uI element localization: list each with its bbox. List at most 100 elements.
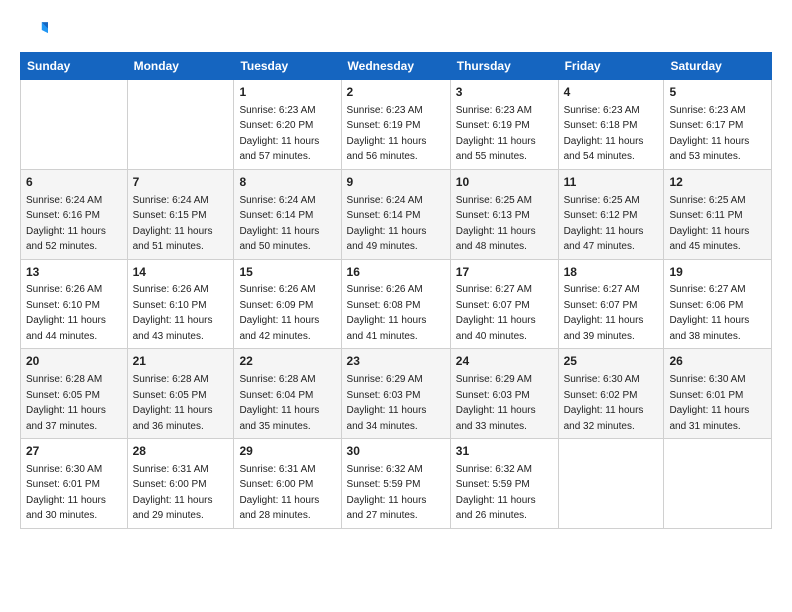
day-number: 8 [239,174,335,191]
day-number: 4 [564,84,659,101]
calendar-header: SundayMondayTuesdayWednesdayThursdayFrid… [21,53,772,80]
day-cell: 29 Sunrise: 6:31 AMSunset: 6:00 PMDayligh… [234,439,341,529]
day-number: 25 [564,353,659,370]
day-number: 17 [456,264,553,281]
day-info: Sunrise: 6:27 AMSunset: 6:06 PMDaylight:… [669,284,749,342]
calendar-table: SundayMondayTuesdayWednesdayThursdayFrid… [20,52,772,529]
day-cell: 5Sunrise: 6:23 AMSunset: 6:17 PMDaylight… [664,80,772,170]
day-info: Sunrise: 6:26 AMSunset: 6:08 PMDaylight:… [347,284,427,342]
day-cell: 23 Sunrise: 6:29 AMSunset: 6:03 PMDayligh… [341,349,450,439]
day-number: 14 [133,264,229,281]
day-info: Sunrise: 6:24 AMSunset: 6:14 PMDaylight:… [239,195,319,253]
day-number: 28 [133,443,229,460]
header-day-tuesday: Tuesday [234,53,341,80]
day-number: 15 [239,264,335,281]
logo-icon [20,16,48,44]
day-info: Sunrise: 6:32 AMSunset: 5:59 PMDaylight:… [347,464,427,522]
calendar-body: 1Sunrise: 6:23 AMSunset: 6:20 PMDaylight… [21,80,772,529]
week-row-3: 13 Sunrise: 6:26 AMSunset: 6:10 PMDayligh… [21,259,772,349]
day-number: 1 [239,84,335,101]
day-number: 20 [26,353,122,370]
day-cell: 14 Sunrise: 6:26 AMSunset: 6:10 PMDayligh… [127,259,234,349]
day-number: 13 [26,264,122,281]
day-info: Sunrise: 6:26 AMSunset: 6:10 PMDaylight:… [133,284,213,342]
day-cell: 21 Sunrise: 6:28 AMSunset: 6:05 PMDayligh… [127,349,234,439]
day-number: 30 [347,443,445,460]
day-number: 29 [239,443,335,460]
day-info: Sunrise: 6:28 AMSunset: 6:05 PMDaylight:… [26,374,106,432]
day-cell: 9Sunrise: 6:24 AMSunset: 6:14 PMDaylight… [341,169,450,259]
day-info: Sunrise: 6:28 AMSunset: 6:04 PMDaylight:… [239,374,319,432]
day-number: 19 [669,264,766,281]
day-number: 23 [347,353,445,370]
day-cell: 17Sunrise: 6:27 AMSunset: 6:07 PMDayligh… [450,259,558,349]
day-info: Sunrise: 6:24 AMSunset: 6:15 PMDaylight:… [133,195,213,253]
day-info: Sunrise: 6:23 AMSunset: 6:17 PMDaylight:… [669,105,749,163]
day-cell: 16 Sunrise: 6:26 AMSunset: 6:08 PMDayligh… [341,259,450,349]
day-cell: 3 Sunrise: 6:23 AMSunset: 6:19 PMDaylight… [450,80,558,170]
day-cell: 7 Sunrise: 6:24 AMSunset: 6:15 PMDaylight… [127,169,234,259]
day-number: 10 [456,174,553,191]
day-info: Sunrise: 6:25 AMSunset: 6:13 PMDaylight:… [456,195,536,253]
day-info: Sunrise: 6:23 AMSunset: 6:18 PMDaylight:… [564,105,644,163]
day-number: 26 [669,353,766,370]
day-number: 2 [347,84,445,101]
day-cell: 31Sunrise: 6:32 AMSunset: 5:59 PMDayligh… [450,439,558,529]
day-number: 21 [133,353,229,370]
week-row-2: 6Sunrise: 6:24 AMSunset: 6:16 PMDaylight… [21,169,772,259]
page: SundayMondayTuesdayWednesdayThursdayFrid… [0,0,792,539]
day-cell: 2Sunrise: 6:23 AMSunset: 6:19 PMDaylight… [341,80,450,170]
day-info: Sunrise: 6:25 AMSunset: 6:12 PMDaylight:… [564,195,644,253]
day-cell: 27 Sunrise: 6:30 AMSunset: 6:01 PMDayligh… [21,439,128,529]
day-number: 6 [26,174,122,191]
day-cell [664,439,772,529]
day-info: Sunrise: 6:31 AMSunset: 6:00 PMDaylight:… [239,464,319,522]
day-info: Sunrise: 6:28 AMSunset: 6:05 PMDaylight:… [133,374,213,432]
day-cell: 12Sunrise: 6:25 AMSunset: 6:11 PMDayligh… [664,169,772,259]
day-number: 11 [564,174,659,191]
day-info: Sunrise: 6:29 AMSunset: 6:03 PMDaylight:… [456,374,536,432]
day-cell: 1Sunrise: 6:23 AMSunset: 6:20 PMDaylight… [234,80,341,170]
header-row: SundayMondayTuesdayWednesdayThursdayFrid… [21,53,772,80]
header-day-monday: Monday [127,53,234,80]
day-cell: 15 Sunrise: 6:26 AMSunset: 6:09 PMDayligh… [234,259,341,349]
day-cell [21,80,128,170]
day-number: 24 [456,353,553,370]
day-cell: 18 Sunrise: 6:27 AMSunset: 6:07 PMDayligh… [558,259,664,349]
day-number: 7 [133,174,229,191]
day-number: 27 [26,443,122,460]
day-cell: 20 Sunrise: 6:28 AMSunset: 6:05 PMDayligh… [21,349,128,439]
day-info: Sunrise: 6:29 AMSunset: 6:03 PMDaylight:… [347,374,427,432]
header-day-wednesday: Wednesday [341,53,450,80]
day-info: Sunrise: 6:25 AMSunset: 6:11 PMDaylight:… [669,195,749,253]
day-number: 18 [564,264,659,281]
day-info: Sunrise: 6:32 AMSunset: 5:59 PMDaylight:… [456,464,536,522]
day-number: 16 [347,264,445,281]
day-cell: 25 Sunrise: 6:30 AMSunset: 6:02 PMDayligh… [558,349,664,439]
header [20,16,772,44]
day-info: Sunrise: 6:24 AMSunset: 6:14 PMDaylight:… [347,195,427,253]
week-row-4: 20 Sunrise: 6:28 AMSunset: 6:05 PMDayligh… [21,349,772,439]
day-info: Sunrise: 6:26 AMSunset: 6:09 PMDaylight:… [239,284,319,342]
day-info: Sunrise: 6:27 AMSunset: 6:07 PMDaylight:… [564,284,644,342]
day-cell: 19 Sunrise: 6:27 AMSunset: 6:06 PMDayligh… [664,259,772,349]
day-info: Sunrise: 6:30 AMSunset: 6:01 PMDaylight:… [669,374,749,432]
day-cell: 26 Sunrise: 6:30 AMSunset: 6:01 PMDayligh… [664,349,772,439]
day-cell: 8 Sunrise: 6:24 AMSunset: 6:14 PMDaylight… [234,169,341,259]
day-cell: 11 Sunrise: 6:25 AMSunset: 6:12 PMDayligh… [558,169,664,259]
day-cell: 24 Sunrise: 6:29 AMSunset: 6:03 PMDayligh… [450,349,558,439]
header-day-saturday: Saturday [664,53,772,80]
day-info: Sunrise: 6:30 AMSunset: 6:02 PMDaylight:… [564,374,644,432]
day-cell [558,439,664,529]
day-cell: 10 Sunrise: 6:25 AMSunset: 6:13 PMDayligh… [450,169,558,259]
day-number: 3 [456,84,553,101]
week-row-5: 27 Sunrise: 6:30 AMSunset: 6:01 PMDayligh… [21,439,772,529]
day-info: Sunrise: 6:23 AMSunset: 6:19 PMDaylight:… [456,105,536,163]
day-cell: 13Sunrise: 6:26 AMSunset: 6:10 PMDayligh… [21,259,128,349]
day-cell: 28 Sunrise: 6:31 AMSunset: 6:00 PMDayligh… [127,439,234,529]
day-cell: 22Sunrise: 6:28 AMSunset: 6:04 PMDayligh… [234,349,341,439]
day-info: Sunrise: 6:30 AMSunset: 6:01 PMDaylight:… [26,464,106,522]
logo [20,16,50,44]
day-info: Sunrise: 6:31 AMSunset: 6:00 PMDaylight:… [133,464,213,522]
day-cell: 6Sunrise: 6:24 AMSunset: 6:16 PMDaylight… [21,169,128,259]
